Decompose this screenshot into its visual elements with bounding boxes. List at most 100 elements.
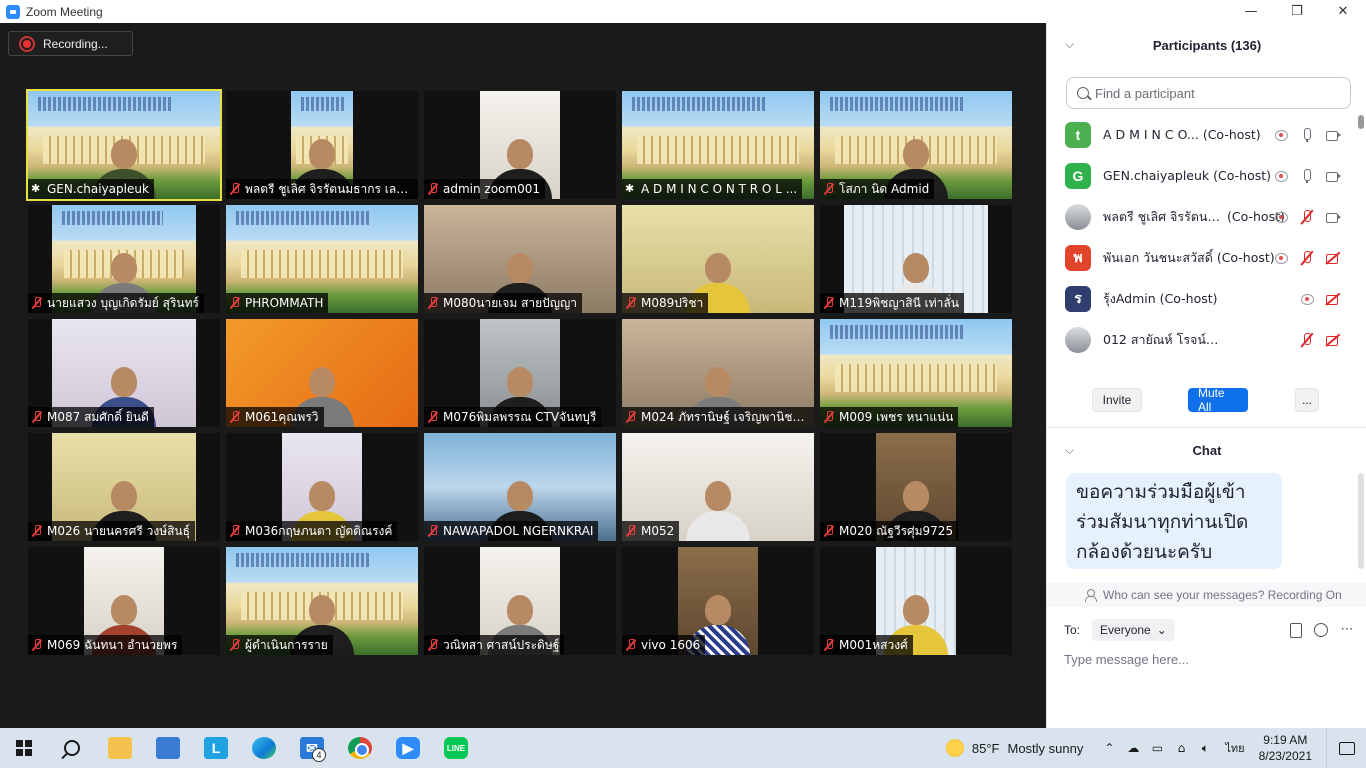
participant-row[interactable]: ร รุ้งAdmin (Co-host) — [1047, 278, 1357, 319]
battery-icon[interactable]: ▭ — [1146, 737, 1168, 759]
chevron-up-icon[interactable]: ⌃ — [1098, 737, 1120, 759]
video-tile[interactable]: NAWAPADOL NGERNKRAI — [424, 433, 616, 541]
start-button[interactable] — [0, 728, 48, 768]
microphone-muted-icon[interactable] — [1299, 250, 1315, 266]
taskbar-zoom-button[interactable]: ▶ — [384, 728, 432, 768]
chat-message-input[interactable] — [1064, 648, 1354, 670]
file-explorer-icon — [108, 737, 132, 759]
input-language[interactable]: ไทย — [1225, 739, 1244, 757]
video-tile[interactable]: M119พิชญาสินี เท่าลั่น — [820, 205, 1012, 313]
video-tile[interactable]: M001หสวงศ์ — [820, 547, 1012, 655]
video-tile[interactable]: M024 ภัทรานิษฐ์ เจริญพานิชย์... — [622, 319, 814, 427]
taskbar-l-app-button[interactable]: L — [192, 728, 240, 768]
mic-muted-icon — [229, 411, 241, 423]
more-options-button[interactable]: ... — [1295, 388, 1319, 412]
video-tile[interactable]: นายแสวง บุญเกิดรัมย์ สุรินทร์ — [28, 205, 220, 313]
person-icon — [1085, 589, 1097, 602]
video-tile[interactable]: พลตรี ชูเลิศ จิรรัตนมธากร เลข... — [226, 91, 418, 199]
taskbar-search-button[interactable] — [48, 728, 96, 768]
avatar — [1065, 203, 1091, 230]
participant-list-name: รุ้งAdmin — [1103, 290, 1156, 306]
chat-visibility-notice[interactable]: Who can see your messages? Recording On — [1047, 583, 1366, 607]
onedrive-cloud-icon[interactable]: ☁ — [1122, 737, 1144, 759]
recording-icon — [1273, 209, 1289, 225]
video-tile[interactable]: M061คุณพรวิ — [226, 319, 418, 427]
taskbar-store-button[interactable] — [144, 728, 192, 768]
mic-muted-icon — [427, 411, 439, 423]
video-tile[interactable]: โสภา นิด Admid — [820, 91, 1012, 199]
participant-list-scrollbar[interactable] — [1358, 115, 1364, 369]
video-camera-off-icon[interactable] — [1325, 291, 1341, 307]
clock-time: 9:19 AM — [1263, 733, 1308, 747]
notification-center-button[interactable] — [1326, 728, 1366, 768]
video-tile[interactable]: M009 เพชร หนาแน่น — [820, 319, 1012, 427]
participant-name: M020 ณัฐวีรศุ่ม9725 — [839, 523, 954, 538]
participant-name: M119พิชญาสินี เท่าลั่น — [839, 295, 959, 310]
chat-scrollbar[interactable] — [1358, 473, 1364, 583]
video-tile[interactable]: M020 ณัฐวีรศุ่ม9725 — [820, 433, 1012, 541]
weather-widget[interactable]: 85°F Mostly sunny — [945, 739, 1083, 757]
participant-name: M069 ฉันทนา อำนวยพร — [47, 637, 178, 652]
video-tile[interactable]: M089ปริชา — [622, 205, 814, 313]
network-icon[interactable]: ⌂ — [1170, 737, 1192, 759]
close-button[interactable]: ✕ — [1320, 0, 1366, 23]
minimize-button[interactable]: — — [1228, 0, 1274, 23]
participant-search-input[interactable] — [1095, 85, 1325, 101]
video-camera-icon[interactable] — [1325, 127, 1341, 143]
restore-button[interactable]: ❐ — [1274, 0, 1320, 23]
video-tile[interactable]: ✱ GEN.chaiyapleuk — [26, 89, 222, 201]
video-tile[interactable]: M052 — [622, 433, 814, 541]
recipient-dropdown[interactable]: Everyone ⌄ — [1092, 619, 1175, 641]
participant-status-icons — [1273, 168, 1341, 184]
video-tile[interactable]: M026 นายนครศรี วงษ์สินธ์ุ — [28, 433, 220, 541]
video-tile[interactable]: M036กฤษภนตา ญัตติณรงค์ — [226, 433, 418, 541]
taskbar-chrome-button[interactable] — [336, 728, 384, 768]
video-tile[interactable]: ผู้ดำเนินการราย — [226, 547, 418, 655]
video-tile[interactable]: vivo 1606 — [622, 547, 814, 655]
video-camera-icon[interactable] — [1325, 168, 1341, 184]
microphone-muted-icon[interactable] — [1299, 209, 1315, 225]
recording-indicator[interactable]: Recording... — [8, 31, 133, 56]
participant-search[interactable] — [1066, 77, 1351, 109]
invite-button[interactable]: Invite — [1092, 388, 1142, 412]
collapse-participants-chevron-icon[interactable]: ⌵ — [1065, 37, 1079, 51]
video-tile[interactable]: M087 สมศักดิ์ ยินดี — [28, 319, 220, 427]
collapse-chat-chevron-icon[interactable]: ⌵ — [1065, 443, 1074, 458]
microphone-icon[interactable] — [1299, 168, 1315, 184]
scrollbar-thumb[interactable] — [1358, 115, 1364, 129]
mic-muted-icon — [427, 297, 439, 309]
participant-row[interactable]: G GEN.chaiyapleuk (Co-host) — [1047, 155, 1357, 196]
video-tile[interactable]: ✱ A D M I N C O N T R O L ... — [622, 91, 814, 199]
taskbar-mail-button[interactable]: ✉ 4 — [288, 728, 336, 768]
microphone-muted-icon[interactable] — [1299, 332, 1315, 348]
video-tile[interactable]: M076พิมลพรรณ CTVจันทบุรี — [424, 319, 616, 427]
recording-icon — [1273, 168, 1289, 184]
video-tile[interactable]: admin zoom001 — [424, 91, 616, 199]
video-camera-icon[interactable] — [1325, 209, 1341, 225]
video-camera-off-icon[interactable] — [1325, 250, 1341, 266]
emoji-icon[interactable] — [1314, 623, 1328, 637]
participant-row[interactable]: พ พันเอก วันชนะสวัสดิ์ (Co-host) — [1047, 237, 1357, 278]
participant-row[interactable]: t A D M I N C O... (Co-host) — [1047, 114, 1357, 155]
participant-name: A D M I N C O N T R O L ... — [641, 182, 798, 196]
taskbar-file-explorer-button[interactable] — [96, 728, 144, 768]
taskbar-edge-button[interactable] — [240, 728, 288, 768]
video-tile[interactable]: M080นายเจม สายปัญญา — [424, 205, 616, 313]
video-tile[interactable]: PHROMMATH — [226, 205, 418, 313]
taskbar-line-button[interactable]: LINE — [432, 728, 480, 768]
volume-icon[interactable]: 🔈︎ — [1194, 737, 1216, 759]
participant-row[interactable]: 012 สายัณห์ โรจน์ปิยะการ — [1047, 319, 1357, 360]
participant-row[interactable]: พลตรี ชูเลิศ จิรรัตนม... (Co-host) — [1047, 196, 1357, 237]
video-tile[interactable]: วณิทสา ศาสน์ประดิษฐ์ — [424, 547, 616, 655]
microphone-icon[interactable] — [1299, 127, 1315, 143]
video-tile[interactable]: M069 ฉันทนา อำนวยพร — [28, 547, 220, 655]
video-camera-off-icon[interactable] — [1325, 332, 1341, 348]
chat-scrollbar-thumb[interactable] — [1358, 473, 1364, 569]
tile-name-bar: นายแสวง บุญเกิดรัมย์ สุรินทร์ — [28, 293, 204, 313]
more-icon[interactable]: ⋯ — [1340, 623, 1354, 637]
mute-all-button[interactable]: Mute All — [1188, 386, 1248, 414]
participant-list: tA D M I N C O... (Co-host) G GEN.chaiyaple… — [1047, 114, 1357, 374]
clock[interactable]: 9:19 AM 8/23/2021 — [1259, 732, 1312, 764]
chat-message: ขอความร่วมมือผู้เข้าร่วมสัมนาทุกท่านเปิด… — [1066, 473, 1282, 569]
file-icon[interactable] — [1288, 623, 1302, 638]
